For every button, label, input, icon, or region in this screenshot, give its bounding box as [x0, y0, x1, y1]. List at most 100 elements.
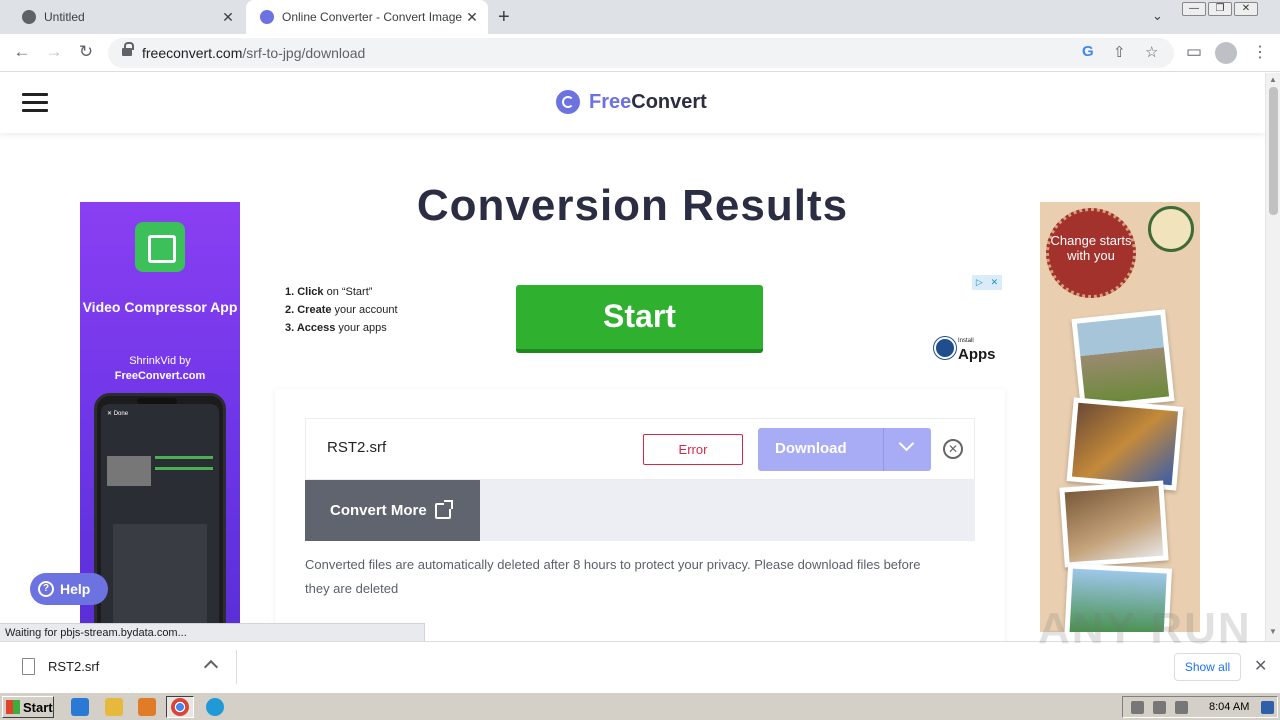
show-desktop-icon[interactable] — [1261, 701, 1274, 714]
ad-install-apps[interactable]: 1. Click on “Start” 2. Create your accou… — [280, 275, 1004, 365]
bookmark-star-icon[interactable]: ☆ — [1145, 43, 1158, 61]
site-header: Free Convert — [0, 73, 1265, 133]
page-scrollbar[interactable]: ▲ ▼ — [1265, 73, 1280, 641]
edge-icon[interactable] — [206, 698, 224, 716]
phone-screen: ✕ Done — [101, 404, 219, 632]
baobab-emblem-icon — [1148, 206, 1194, 252]
phone-topbar-text: ✕ Done — [107, 411, 129, 417]
page-viewport: Free Convert Conversion Results Video Com… — [0, 73, 1265, 641]
ad-photo — [1059, 480, 1169, 568]
tab-title: Online Converter - Convert Image, V — [282, 10, 462, 24]
tab-untitled[interactable]: Untitled ✕ — [8, 0, 244, 34]
ad-by-line: ShrinkVid by FreeConvert.com — [80, 354, 240, 384]
ad-video-compressor[interactable]: Video Compressor App ShrinkVid by FreeCo… — [80, 202, 240, 632]
chevron-up-icon[interactable] — [203, 659, 219, 675]
ad-start-button[interactable]: Start — [516, 285, 763, 353]
freeconvert-favicon-icon — [260, 10, 274, 24]
step1-text: on “Start” — [323, 286, 373, 298]
ad-photo — [1066, 397, 1184, 491]
close-window-button[interactable]: ✕ — [1234, 2, 1258, 16]
clock: 8:04 AM — [1209, 701, 1250, 713]
download-label: Download — [775, 440, 847, 457]
phone-mockup: ✕ Done — [94, 393, 226, 632]
size-bars — [155, 456, 213, 486]
freeconvert-logo[interactable]: Free Convert — [556, 90, 707, 114]
external-link-icon — [434, 499, 453, 519]
reload-icon[interactable]: ↻ — [75, 42, 97, 62]
adchoices-icon[interactable]: ▷ ✕ — [972, 275, 1002, 290]
phone-pane — [113, 524, 207, 624]
system-tray: 8:04 AM — [1122, 696, 1278, 718]
ad-heading: Video Compressor App — [82, 299, 238, 315]
step3-text: your apps — [335, 322, 387, 334]
ad-brand-text: FreeConvert.com — [114, 370, 206, 382]
scrollbar-thumb[interactable] — [1269, 87, 1278, 215]
step3-bold: 3. Access — [285, 322, 336, 334]
minimize-button[interactable]: — — [1182, 2, 1206, 16]
start-button[interactable]: Start — [2, 696, 54, 718]
anyrun-watermark: ANY RUN — [1038, 604, 1252, 653]
tab-search-chevron-icon[interactable]: ⌄ — [1152, 8, 1163, 24]
show-all-button[interactable]: Show all — [1174, 653, 1241, 681]
ad-change-starts[interactable]: Change starts with you — [1040, 202, 1200, 632]
scroll-down-arrow-icon[interactable]: ▼ — [1269, 627, 1277, 636]
help-button[interactable]: ? Help — [30, 573, 108, 605]
url-text[interactable]: freeconvert.com/srf-to-jpg/download — [142, 45, 365, 61]
close-shelf-icon[interactable]: ✕ — [1254, 656, 1267, 676]
convert-more-strip: Convert More — [305, 480, 975, 541]
help-label: Help — [60, 581, 91, 597]
profile-avatar-icon[interactable] — [1215, 42, 1237, 64]
conversion-results-card: RST2.srf Error Download ✕ Convert More C… — [275, 389, 1005, 641]
shelf-divider — [236, 650, 237, 684]
restore-button[interactable]: ❐ — [1208, 2, 1232, 16]
download-button[interactable]: Download — [758, 428, 931, 471]
tab-close-icon[interactable]: ✕ — [218, 9, 238, 26]
install-apps-logo: Install Apps — [934, 335, 996, 363]
lock-icon[interactable] — [122, 42, 134, 58]
volume-icon[interactable] — [1131, 701, 1144, 714]
chevron-down-icon[interactable] — [898, 438, 916, 456]
convert-more-button[interactable]: Convert More — [305, 480, 480, 541]
windows-flag-icon — [6, 700, 20, 714]
window-controls: — ❐ ✕ — [1182, 2, 1258, 16]
folder-icon[interactable] — [105, 698, 123, 716]
back-arrow-icon[interactable]: ← — [11, 42, 33, 62]
ad-steps: 1. Click on “Start” 2. Create your accou… — [285, 283, 415, 337]
hamburger-menu-icon[interactable] — [22, 93, 48, 113]
share-icon[interactable]: ⇧ — [1113, 43, 1126, 61]
tab-online-converter[interactable]: Online Converter - Convert Image, V ✕ — [246, 0, 488, 34]
network-icon[interactable] — [1153, 701, 1166, 714]
tab-strip: Untitled ✕ Online Converter - Convert Im… — [0, 0, 1280, 34]
ad-seal: Change starts with you — [1046, 208, 1136, 298]
file-icon — [22, 658, 35, 675]
side-panel-icon[interactable]: ▭ — [1183, 42, 1205, 62]
install-apps-icon — [934, 337, 956, 359]
start-label: Start — [23, 699, 53, 715]
new-tab-button[interactable]: + — [498, 6, 510, 29]
file-name: RST2.srf — [327, 439, 387, 456]
tab-close-icon[interactable]: ✕ — [462, 9, 482, 26]
install-big-text: Apps — [958, 346, 996, 363]
ad-by-text: ShrinkVid by — [129, 355, 191, 367]
step2-text: your account — [331, 304, 398, 316]
browser-menu-icon[interactable]: ⋮ — [1252, 42, 1268, 62]
media-player-icon[interactable] — [138, 698, 156, 716]
scroll-up-arrow-icon[interactable]: ▲ — [1269, 75, 1277, 84]
google-translate-icon[interactable]: G — [1082, 43, 1094, 60]
browser-toolbar: ← → ↻ freeconvert.com/srf-to-jpg/downloa… — [0, 34, 1280, 72]
flag-icon[interactable] — [1175, 701, 1188, 714]
windows-taskbar: Start 8:04 AM — [0, 692, 1280, 720]
ie-icon[interactable] — [71, 698, 89, 716]
file-row: RST2.srf Error Download ✕ — [305, 418, 975, 480]
step1-bold: 1. Click — [285, 286, 324, 298]
status-bubble: Waiting for pbjs-stream.bydata.com... — [0, 623, 425, 642]
forward-arrow-icon[interactable]: → — [43, 42, 65, 62]
privacy-notice: Converted files are automatically delete… — [305, 557, 921, 596]
address-bar[interactable]: freeconvert.com/srf-to-jpg/download G ⇧ … — [108, 38, 1174, 68]
status-badge: Error — [643, 434, 743, 465]
remove-file-icon[interactable]: ✕ — [943, 439, 963, 459]
logo-free-text: Free — [589, 90, 632, 113]
download-item-name[interactable]: RST2.srf — [48, 659, 99, 674]
convert-more-label: Convert More — [330, 502, 427, 519]
phone-notch — [137, 398, 177, 404]
